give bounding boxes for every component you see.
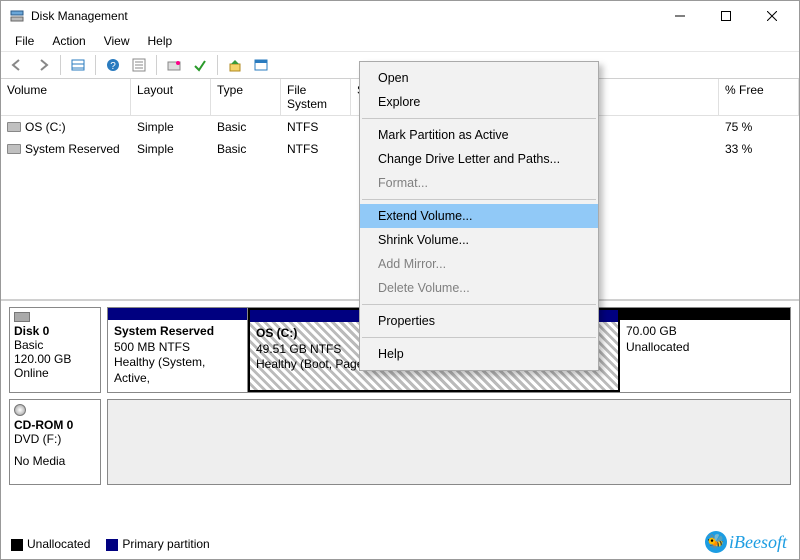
partition-status: Healthy (System, Active, [114,355,241,386]
cdrom-label: CD-ROM 0 [14,418,73,432]
ctx-extend-volume[interactable]: Extend Volume... [360,204,598,228]
menu-action[interactable]: Action [44,32,93,50]
disk-size: 120.00 GB [14,352,96,366]
legend-primary: Primary partition [122,537,209,551]
svg-text:?: ? [110,61,116,72]
ctx-format: Format... [360,171,598,195]
partition-title: OS (C:) [256,326,297,340]
ctx-separator [362,337,596,338]
window-title: Disk Management [31,9,657,23]
cdrom-empty-area [107,399,791,485]
action-up-button[interactable] [223,53,247,77]
properties-button[interactable] [249,53,273,77]
partition-size: 70.00 GB [626,324,784,340]
volume-free: 33 % [719,140,799,158]
titlebar: Disk Management [1,1,799,31]
settings-button[interactable] [127,53,151,77]
swatch-primary [106,539,118,551]
toolbar-separator [156,55,157,75]
view-list-button[interactable] [66,53,90,77]
window-controls [657,1,795,31]
volume-type: Basic [211,140,281,158]
ctx-separator [362,304,596,305]
partition-unallocated[interactable]: 70.00 GB Unallocated [620,308,790,392]
volume-icon [7,122,21,132]
cdrom-drive: DVD (F:) [14,432,96,446]
context-menu: Open Explore Mark Partition as Active Ch… [359,61,599,371]
volume-layout: Simple [131,140,211,158]
app-icon [9,8,25,24]
ctx-open[interactable]: Open [360,66,598,90]
col-volume[interactable]: Volume [1,79,131,115]
volume-free: 75 % [719,118,799,136]
nav-back-button[interactable] [5,53,29,77]
partition-status: Unallocated [626,340,784,356]
cdrom-info[interactable]: CD-ROM 0 DVD (F:) No Media [9,399,101,485]
partition-color-bar [620,308,790,320]
ctx-help[interactable]: Help [360,342,598,366]
menu-file[interactable]: File [7,32,42,50]
ctx-delete-volume: Delete Volume... [360,276,598,300]
cdrom-icon [14,404,26,416]
ctx-properties[interactable]: Properties [360,309,598,333]
disk-state: Online [14,366,96,380]
disk-info[interactable]: Disk 0 Basic 120.00 GB Online [9,307,101,393]
col-layout[interactable]: Layout [131,79,211,115]
ctx-mark-active[interactable]: Mark Partition as Active [360,123,598,147]
legend: Unallocated Primary partition [5,533,216,555]
menu-help[interactable]: Help [140,32,181,50]
help-button[interactable]: ? [101,53,125,77]
toolbar-separator [60,55,61,75]
ctx-add-mirror: Add Mirror... [360,252,598,276]
minimize-button[interactable] [657,1,703,31]
menu-view[interactable]: View [96,32,138,50]
brand-watermark: 🐝 iBeesoft [705,531,787,553]
menubar: File Action View Help [1,31,799,51]
ctx-change-drive-letter[interactable]: Change Drive Letter and Paths... [360,147,598,171]
volume-layout: Simple [131,118,211,136]
partition-color-bar [108,308,247,320]
commit-button[interactable] [188,53,212,77]
partition-size: 500 MB NTFS [114,340,241,356]
partition-title: System Reserved [114,324,214,338]
volume-name: OS (C:) [25,120,66,134]
ctx-separator [362,199,596,200]
maximize-button[interactable] [703,1,749,31]
disk-icon [14,312,30,322]
volume-fs: NTFS [281,118,351,136]
ctx-shrink-volume[interactable]: Shrink Volume... [360,228,598,252]
volume-icon [7,144,21,154]
partition-system-reserved[interactable]: System Reserved 500 MB NTFS Healthy (Sys… [108,308,248,392]
col-free[interactable]: % Free [719,79,799,115]
close-button[interactable] [749,1,795,31]
nav-forward-button[interactable] [31,53,55,77]
cdrom-row: CD-ROM 0 DVD (F:) No Media [9,399,791,485]
volume-name: System Reserved [25,142,120,156]
toolbar-separator [217,55,218,75]
cdrom-state: No Media [14,454,96,468]
brand-icon: 🐝 [705,531,727,553]
disk-management-window: Disk Management File Action View Help ? … [0,0,800,560]
ctx-explore[interactable]: Explore [360,90,598,114]
col-type[interactable]: Type [211,79,281,115]
ctx-separator [362,118,596,119]
volume-type: Basic [211,118,281,136]
swatch-unallocated [11,539,23,551]
volume-fs: NTFS [281,140,351,158]
disk-label: Disk 0 [14,324,49,338]
refresh-button[interactable] [162,53,186,77]
disk-kind: Basic [14,338,96,352]
legend-unallocated: Unallocated [27,537,90,551]
brand-text: iBeesoft [729,532,787,553]
toolbar-separator [95,55,96,75]
col-filesystem[interactable]: File System [281,79,351,115]
